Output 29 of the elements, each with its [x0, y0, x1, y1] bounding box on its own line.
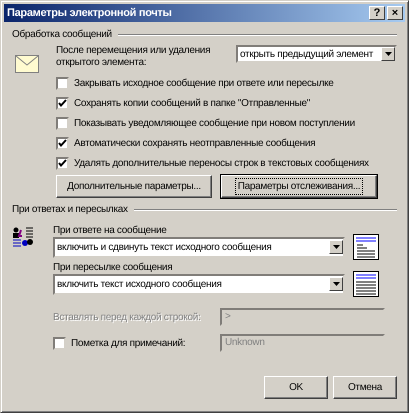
ok-button[interactable]: OK	[264, 376, 328, 399]
group-title: При ответах и пересылках	[12, 204, 128, 215]
dialog-button[interactable]: Дополнительные параметры...	[56, 175, 212, 198]
dialog-button[interactable]: Параметры отслеживания...	[221, 175, 377, 198]
checkbox[interactable]	[56, 156, 69, 170]
checkbox[interactable]	[56, 116, 69, 130]
checkbox[interactable]	[56, 136, 69, 150]
window-title: Параметры электронной почты	[7, 7, 172, 19]
checkbox-label: Закрывать исходное сообщение при ответе или пересылке	[74, 78, 334, 88]
group-title: Обработка сообщений	[12, 29, 112, 40]
checkbox-label: Показывать уведомляющее сообщение при новом поступлении	[74, 118, 355, 128]
field-label: При ответе на сообщение	[53, 225, 168, 236]
checkbox-label: Пометка для примечаний:	[71, 338, 186, 348]
checkbox-label: Сохранять копии сообщений в папке "Отправленные"	[74, 98, 310, 108]
checkbox[interactable]	[56, 76, 69, 90]
field-label: При пересылке сообщения	[53, 262, 174, 273]
dropdown[interactable]: открыть предыдущий элемент	[236, 45, 397, 63]
help-button[interactable]: ?	[369, 6, 385, 20]
dropdown[interactable]: включить и сдвинуть текст исходного сообщения	[53, 236, 345, 258]
checkbox[interactable]	[56, 96, 69, 110]
dropdown[interactable]: включить текст исходного сообщения	[53, 274, 345, 294]
checkbox-label: Автоматически сохранять неотправленные сообщения	[74, 138, 316, 148]
envelope-icon	[15, 55, 39, 73]
cancel-button[interactable]: Отмена	[333, 376, 397, 399]
reply-icon	[12, 227, 34, 247]
field-label: Вставлять перед каждой строкой:	[53, 312, 202, 322]
checkbox-label: Удалять дополнительные переносы строк в текстовых сообщениях	[74, 158, 369, 168]
close-button[interactable]: ×	[387, 6, 403, 20]
field-label: После перемещения или удаления открытого элемента:	[56, 45, 212, 69]
